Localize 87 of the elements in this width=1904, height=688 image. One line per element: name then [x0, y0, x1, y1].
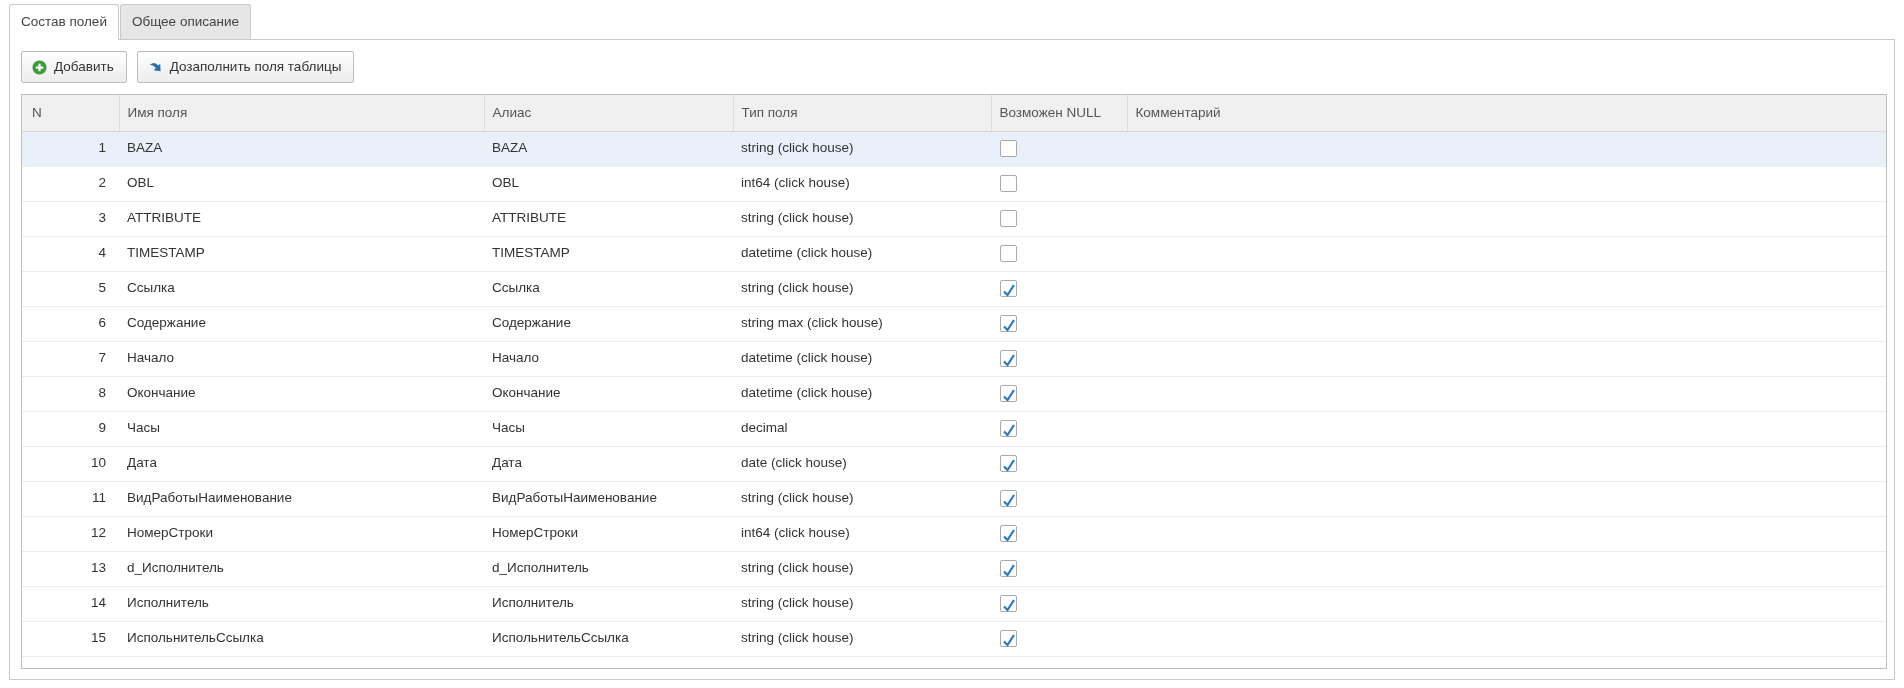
tab[interactable]: Общее описание [119, 3, 251, 39]
table-cell: 7 [22, 341, 119, 376]
table-cell: int64 (click house) [733, 166, 991, 201]
table-cell: Дата [119, 446, 484, 481]
checked-checkbox[interactable] [1000, 350, 1017, 368]
checked-checkbox[interactable] [1000, 525, 1017, 543]
table-cell: Начало [119, 341, 484, 376]
table-cell: 8 [22, 376, 119, 411]
table-cell: datetime (click house) [733, 376, 991, 411]
table-cell: 10 [22, 446, 119, 481]
table-cell: ВидРаботыНаименование [484, 481, 733, 516]
table-cell: d_Исполнитель [119, 551, 484, 586]
table-cell: string (click house) [733, 551, 991, 586]
toolbar-button[interactable]: Добавить [21, 51, 127, 83]
column-header[interactable]: Возможен NULL [991, 95, 1127, 131]
table-cell: 15 [22, 621, 119, 656]
table-cell: string (click house) [733, 481, 991, 516]
toolbar-button[interactable]: Дозаполнить поля таблицы [136, 51, 355, 83]
table-cell: string (click house) [733, 131, 991, 166]
table-cell: Часы [119, 411, 484, 446]
column-header[interactable]: Тип поля [733, 95, 991, 131]
column-header[interactable]: Комментарий [1127, 95, 1886, 131]
table-cell: 14 [22, 586, 119, 621]
checkbox[interactable] [1000, 210, 1017, 228]
table-cell: string max (click house) [733, 306, 991, 341]
table-cell: 5 [22, 271, 119, 306]
table-cell: ИспольнительСсылка [484, 621, 733, 656]
table-cell: d_Исполнитель [484, 551, 733, 586]
table-cell: datetime (click house) [733, 341, 991, 376]
checked-checkbox[interactable] [1000, 385, 1017, 403]
tab[interactable]: Состав полей [9, 3, 119, 40]
table-cell: 9 [22, 411, 119, 446]
table-cell: BAZA [484, 131, 733, 166]
table-cell: string (click house) [733, 271, 991, 306]
table-cell: 6 [22, 306, 119, 341]
table-cell: datetime (click house) [733, 236, 991, 271]
add-icon [32, 59, 47, 75]
table-cell: decimal [733, 411, 991, 446]
table-cell: 11 [22, 481, 119, 516]
table-cell: НомерСтроки [119, 516, 484, 551]
table-cell: string (click house) [733, 586, 991, 621]
table-cell: Часы [484, 411, 733, 446]
table-cell: Начало [484, 341, 733, 376]
table-cell: int64 (click house) [733, 516, 991, 551]
checked-checkbox[interactable] [1000, 280, 1017, 298]
checkbox[interactable] [1000, 140, 1017, 158]
table-cell: ИспольнительСсылка [119, 621, 484, 656]
table-cell: Окончание [119, 376, 484, 411]
table-cell: Содержание [484, 306, 733, 341]
checked-checkbox[interactable] [1000, 490, 1017, 508]
table-cell: Ссылка [484, 271, 733, 306]
checkbox[interactable] [1000, 175, 1017, 193]
table-cell: string (click house) [733, 621, 991, 656]
curved-arrow-icon [147, 60, 163, 74]
column-header[interactable]: Алиас [484, 95, 733, 131]
table-cell: Исполнитель [484, 586, 733, 621]
table-cell: Ссылка [119, 271, 484, 306]
checked-checkbox[interactable] [1000, 455, 1017, 473]
table-cell: BAZA [119, 131, 484, 166]
table-cell: 13 [22, 551, 119, 586]
table-cell: Дата [484, 446, 733, 481]
table-cell: Содержание [119, 306, 484, 341]
table-cell: TIMESTAMP [119, 236, 484, 271]
table-cell: 1 [22, 131, 119, 166]
column-header[interactable]: Имя поля [119, 95, 484, 131]
table-cell: 4 [22, 236, 119, 271]
table-cell: 3 [22, 201, 119, 236]
checked-checkbox[interactable] [1000, 595, 1017, 613]
table-cell: OBL [119, 166, 484, 201]
table-cell: OBL [484, 166, 733, 201]
table-cell: date (click house) [733, 446, 991, 481]
table-cell: 2 [22, 166, 119, 201]
checked-checkbox[interactable] [1000, 420, 1017, 438]
table-cell: 12 [22, 516, 119, 551]
table-cell: НомерСтроки [484, 516, 733, 551]
table-cell: Окончание [484, 376, 733, 411]
table-cell: string (click house) [733, 201, 991, 236]
table-cell: TIMESTAMP [484, 236, 733, 271]
column-header[interactable]: N [22, 95, 119, 131]
table-cell: ATTRIBUTE [119, 201, 484, 236]
checkbox[interactable] [1000, 245, 1017, 263]
table-cell: Исполнитель [119, 586, 484, 621]
table-cell: ATTRIBUTE [484, 201, 733, 236]
table-cell: ВидРаботыНаименование [119, 481, 484, 516]
checked-checkbox[interactable] [1000, 560, 1017, 578]
checked-checkbox[interactable] [1000, 315, 1017, 333]
checked-checkbox[interactable] [1000, 630, 1017, 648]
